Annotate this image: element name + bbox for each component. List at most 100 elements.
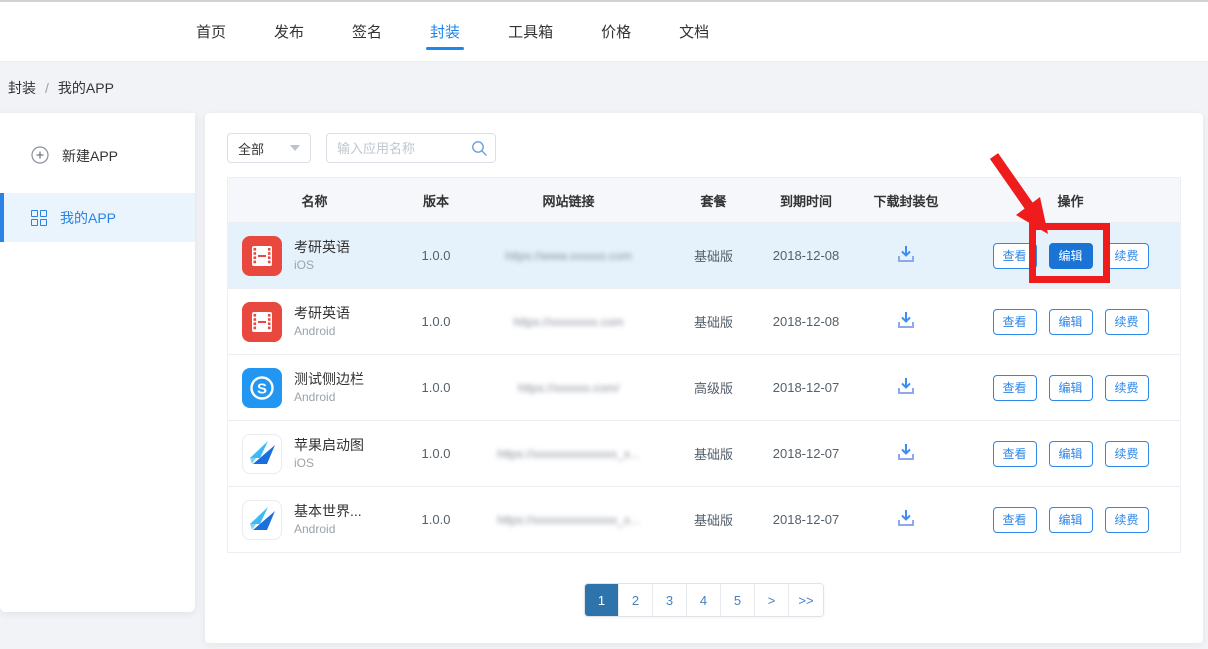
page-button-3[interactable]: 3	[653, 584, 687, 616]
table-body: 考研英语iOS1.0.0https://www.xxxxxx.com基础版201…	[228, 222, 1180, 552]
download-tray-icon[interactable]	[894, 440, 918, 464]
app-name-cell: 考研英语iOS	[228, 236, 401, 276]
app-name-text: 测试侧边栏Android	[294, 371, 364, 405]
grid-icon	[31, 210, 47, 226]
nav-item-sign[interactable]: 签名	[352, 2, 382, 61]
pagination: 12345>>>	[584, 583, 824, 617]
version-cell: 1.0.0	[401, 314, 471, 329]
search-icon[interactable]	[471, 140, 488, 162]
view-button[interactable]: 查看	[993, 243, 1037, 269]
download-cell	[851, 374, 961, 401]
next-page-button[interactable]: >	[755, 584, 789, 616]
app-name-text: 考研英语iOS	[294, 239, 350, 273]
search-box	[326, 133, 496, 163]
package-cell: 基础版	[666, 246, 761, 265]
svg-text:S: S	[257, 380, 267, 397]
view-button[interactable]: 查看	[993, 309, 1037, 335]
app-name-cell: 基本世界...Android	[228, 500, 401, 540]
sidebar-item-label: 我的APP	[60, 208, 116, 228]
view-button[interactable]: 查看	[993, 507, 1037, 533]
top-navbar: 首页发布签名封装 工具箱 价格文档	[0, 0, 1208, 62]
filter-dropdown-value: 全部	[238, 139, 264, 158]
page-button-5[interactable]: 5	[721, 584, 755, 616]
download-tray-icon[interactable]	[894, 308, 918, 332]
download-tray-icon[interactable]	[894, 242, 918, 266]
renew-button[interactable]: 续费	[1105, 507, 1149, 533]
package-cell: 高级版	[666, 378, 761, 397]
table-row: 考研英语Android1.0.0https://xxxxxxxx.com基础版2…	[228, 288, 1180, 354]
table-row: 基本世界...Android1.0.0https://xxxxxxxxxxxxx…	[228, 486, 1180, 552]
app-platform: Android	[294, 324, 350, 338]
package-cell: 基础版	[666, 312, 761, 331]
sidebar: 新建APP 我的APP	[0, 113, 195, 612]
expiry-cell: 2018-12-07	[761, 512, 851, 527]
page: { "nav": { "items": [ {"label":"首页","act…	[0, 0, 1208, 649]
actions-cell: 查看编辑续费	[961, 243, 1180, 269]
version-cell: 1.0.0	[401, 512, 471, 527]
package-cell: 基础版	[666, 510, 761, 529]
nav-item-docs[interactable]: 文档	[679, 2, 709, 61]
website-link-blurred: https://xxxxxxxx.com	[471, 315, 666, 329]
app-title: 基本世界...	[294, 503, 362, 521]
table-row: 苹果启动图iOS1.0.0https://xxxxxxxxxxxxxx_x...…	[228, 420, 1180, 486]
table-header-cell: 套餐	[666, 191, 761, 210]
main-content: 全部 名称版本网站链接套餐到期时间下载封装包操作 考研英语iOS1.0.0htt…	[205, 113, 1203, 643]
app-platform: Android	[294, 390, 364, 404]
edit-button[interactable]: 编辑	[1049, 507, 1093, 533]
sidebar-item-my-app[interactable]: 我的APP	[0, 193, 195, 242]
view-button[interactable]: 查看	[993, 375, 1037, 401]
download-tray-icon[interactable]	[894, 506, 918, 530]
page-button-1[interactable]: 1	[585, 584, 619, 616]
view-button[interactable]: 查看	[993, 441, 1037, 467]
app-title: 考研英语	[294, 305, 350, 323]
app-name-cell: 考研英语Android	[228, 302, 401, 342]
download-cell	[851, 506, 961, 533]
table-row: 考研英语iOS1.0.0https://www.xxxxxx.com基础版201…	[228, 222, 1180, 288]
app-title: 考研英语	[294, 239, 350, 257]
renew-button[interactable]: 续费	[1105, 243, 1149, 269]
version-cell: 1.0.0	[401, 248, 471, 263]
nav-item-home[interactable]: 首页	[196, 2, 226, 61]
table-header-cell: 网站链接	[471, 191, 666, 210]
download-tray-icon[interactable]	[894, 374, 918, 398]
page-button-2[interactable]: 2	[619, 584, 653, 616]
nav-item-toolbox[interactable]: 工具箱	[508, 2, 553, 61]
app-platform: Android	[294, 522, 362, 536]
last-page-button[interactable]: >>	[789, 584, 823, 616]
nav-item-publish[interactable]: 发布	[274, 2, 304, 61]
breadcrumb-root[interactable]: 封装	[8, 78, 36, 98]
expiry-cell: 2018-12-08	[761, 314, 851, 329]
table-header-cell: 到期时间	[761, 191, 851, 210]
version-cell: 1.0.0	[401, 380, 471, 395]
edit-button[interactable]: 编辑	[1049, 243, 1093, 269]
bird-icon	[242, 434, 282, 474]
download-cell	[851, 242, 961, 269]
breadcrumb-separator: /	[45, 80, 49, 96]
nav-item-package[interactable]: 封装	[430, 2, 460, 61]
table-header-cell: 下载封装包	[851, 191, 961, 210]
table-header-cell: 操作	[961, 191, 1180, 210]
edit-button[interactable]: 编辑	[1049, 375, 1093, 401]
plus-circle-icon	[31, 146, 49, 167]
renew-button[interactable]: 续费	[1105, 441, 1149, 467]
renew-button[interactable]: 续费	[1105, 375, 1149, 401]
sidebar-item-new-app[interactable]: 新建APP	[0, 133, 195, 179]
renew-button[interactable]: 续费	[1105, 309, 1149, 335]
app-table: 名称版本网站链接套餐到期时间下载封装包操作 考研英语iOS1.0.0https:…	[227, 177, 1181, 553]
filter-dropdown[interactable]: 全部	[227, 133, 311, 163]
website-link-blurred: https://xxxxxxxxxxxxxx_x...	[471, 447, 666, 461]
table-header-row: 名称版本网站链接套餐到期时间下载封装包操作	[228, 178, 1180, 222]
app-name-text: 基本世界...Android	[294, 503, 362, 537]
version-cell: 1.0.0	[401, 446, 471, 461]
edit-button[interactable]: 编辑	[1049, 309, 1093, 335]
download-cell	[851, 440, 961, 467]
breadcrumb: 封装 / 我的APP	[0, 62, 114, 113]
page-button-4[interactable]: 4	[687, 584, 721, 616]
actions-cell: 查看编辑续费	[961, 375, 1180, 401]
package-cell: 基础版	[666, 444, 761, 463]
actions-cell: 查看编辑续费	[961, 441, 1180, 467]
sidebar-item-label: 新建APP	[62, 146, 118, 166]
edit-button[interactable]: 编辑	[1049, 441, 1093, 467]
nav-item-price[interactable]: 价格	[601, 2, 631, 61]
app-platform: iOS	[294, 456, 364, 470]
